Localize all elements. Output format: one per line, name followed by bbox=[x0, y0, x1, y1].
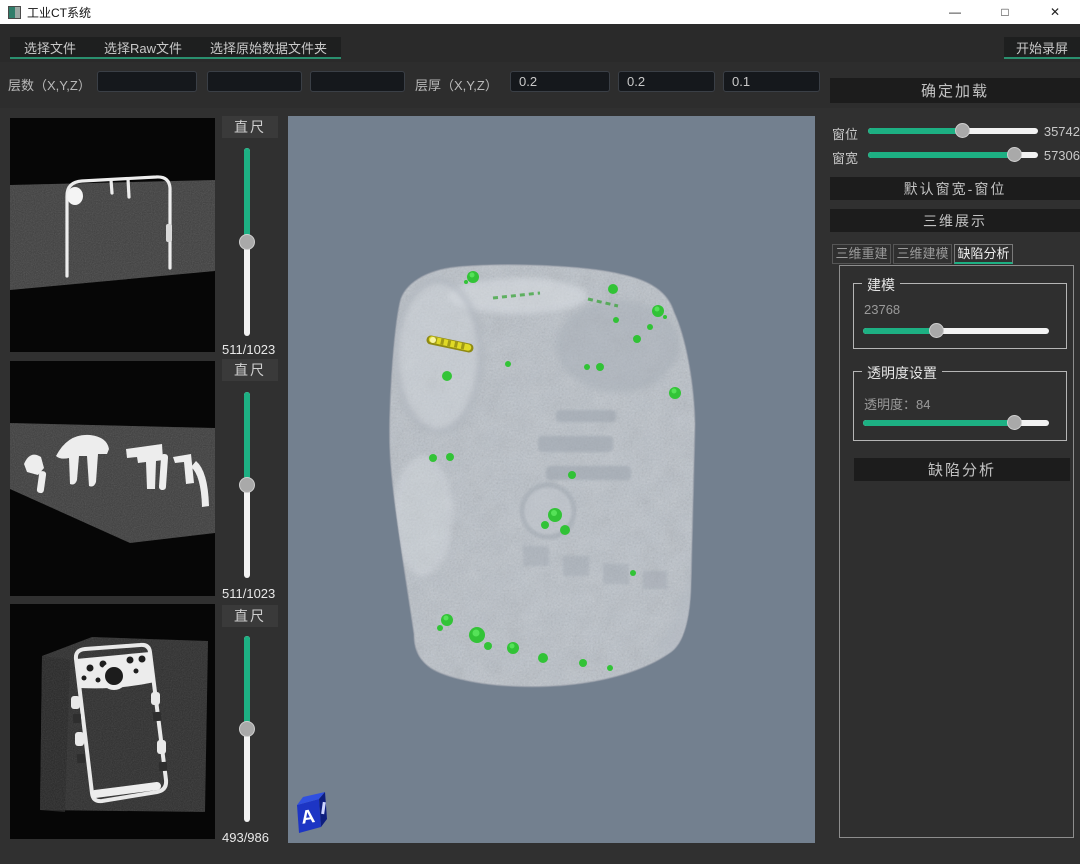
app-window: 工业CT系统 — □ ✕ 选择文件 选择Raw文件 选择原始数据文件夹 开始录屏… bbox=[0, 0, 1080, 864]
window-width-label: 窗宽 bbox=[832, 148, 858, 167]
window-level-value: 35742 bbox=[1036, 124, 1080, 139]
window-title: 工业CT系统 bbox=[27, 4, 91, 21]
modeling-slider-thumb[interactable] bbox=[929, 323, 944, 338]
window-level-slider[interactable] bbox=[868, 128, 1038, 134]
window-width-slider-thumb[interactable] bbox=[1007, 147, 1022, 162]
slice-slider-thumb-middle[interactable] bbox=[239, 477, 255, 493]
app-icon bbox=[8, 6, 21, 19]
defect-analysis-button[interactable]: 缺陷分析 bbox=[854, 458, 1070, 481]
show-3d-button[interactable]: 三维展示 bbox=[830, 209, 1080, 232]
window-width-value: 57306 bbox=[1036, 148, 1080, 163]
slice-slider-top[interactable] bbox=[244, 148, 250, 336]
layers-label: 层数（X,Y,Z） bbox=[8, 75, 91, 94]
modeling-value: 23768 bbox=[864, 302, 900, 317]
transparency-slider[interactable] bbox=[863, 420, 1049, 426]
transparency-slider-thumb[interactable] bbox=[1007, 415, 1022, 430]
layers-x-input[interactable] bbox=[97, 71, 197, 92]
modeling-slider[interactable] bbox=[863, 328, 1049, 334]
select-file-button[interactable]: 选择文件 bbox=[10, 37, 90, 57]
file-button-group: 选择文件 选择Raw文件 选择原始数据文件夹 bbox=[10, 37, 341, 59]
layers-y-input[interactable] bbox=[207, 71, 302, 92]
thickness-x-input[interactable] bbox=[510, 71, 610, 92]
ct-viewer-middle: 直尺 511/1023 bbox=[0, 359, 290, 603]
toolbar: 选择文件 选择Raw文件 选择原始数据文件夹 开始录屏 bbox=[0, 24, 1080, 62]
slice-slider-thumb-bottom[interactable] bbox=[239, 721, 255, 737]
3d-render-view[interactable]: A bbox=[288, 116, 815, 843]
modeling-groupbox: 建模 23768 bbox=[853, 283, 1067, 349]
select-raw-file-button[interactable]: 选择Raw文件 bbox=[90, 37, 196, 57]
window-level-label: 窗位 bbox=[832, 124, 858, 143]
thickness-label: 层厚（X,Y,Z） bbox=[415, 75, 498, 94]
close-icon[interactable]: ✕ bbox=[1030, 0, 1080, 24]
window-controls: — □ ✕ bbox=[930, 0, 1080, 24]
transparency-value: 透明度：84 bbox=[864, 394, 930, 413]
window-level-slider-thumb[interactable] bbox=[955, 123, 970, 138]
slider-fill bbox=[244, 148, 250, 242]
ct-viewer-top: 直尺 511/1023 bbox=[0, 116, 290, 360]
maximize-icon[interactable]: □ bbox=[980, 0, 1030, 24]
tab-3d-modeling[interactable]: 三维建模 bbox=[893, 244, 952, 264]
slice-position-middle: 511/1023 bbox=[222, 586, 275, 601]
titlebar: 工业CT系统 — □ ✕ bbox=[0, 0, 1080, 24]
slice-slider-thumb-top[interactable] bbox=[239, 234, 255, 250]
ruler-button-middle[interactable]: 直尺 bbox=[222, 359, 278, 381]
modeling-group-title: 建模 bbox=[862, 275, 900, 295]
slider-fill bbox=[244, 636, 250, 729]
defect-analysis-panel: 建模 23768 透明度设置 透明度：84 缺陷分析 bbox=[839, 265, 1074, 838]
minimize-icon[interactable]: — bbox=[930, 0, 980, 24]
thickness-z-input[interactable] bbox=[723, 71, 820, 92]
start-recording-button[interactable]: 开始录屏 bbox=[1004, 37, 1080, 59]
slider-fill bbox=[244, 392, 250, 485]
slice-position-top: 511/1023 bbox=[222, 342, 275, 357]
window-width-slider[interactable] bbox=[868, 152, 1038, 158]
slice-slider-middle[interactable] bbox=[244, 392, 250, 578]
transparency-groupbox: 透明度设置 透明度：84 bbox=[853, 371, 1067, 441]
confirm-load-button[interactable]: 确定加载 bbox=[830, 78, 1080, 103]
layers-z-input[interactable] bbox=[310, 71, 405, 92]
ruler-button-top[interactable]: 直尺 bbox=[222, 116, 278, 138]
ruler-button-bottom[interactable]: 直尺 bbox=[222, 605, 278, 627]
select-raw-data-folder-button[interactable]: 选择原始数据文件夹 bbox=[196, 37, 341, 57]
default-window-button[interactable]: 默认窗宽-窗位 bbox=[830, 177, 1080, 200]
ct-slice-image-top[interactable] bbox=[10, 118, 215, 352]
ct-slice-image-bottom[interactable] bbox=[10, 604, 215, 839]
ct-viewer-bottom: 直尺 493/986 bbox=[0, 602, 290, 846]
slice-position-bottom: 493/986 bbox=[222, 830, 269, 845]
thickness-y-input[interactable] bbox=[618, 71, 715, 92]
transparency-group-title: 透明度设置 bbox=[862, 363, 942, 383]
tab-3d-reconstruction[interactable]: 三维重建 bbox=[832, 244, 891, 264]
tab-defect-analysis[interactable]: 缺陷分析 bbox=[954, 244, 1013, 264]
slice-slider-bottom[interactable] bbox=[244, 636, 250, 822]
ct-slice-image-middle[interactable] bbox=[10, 361, 215, 596]
